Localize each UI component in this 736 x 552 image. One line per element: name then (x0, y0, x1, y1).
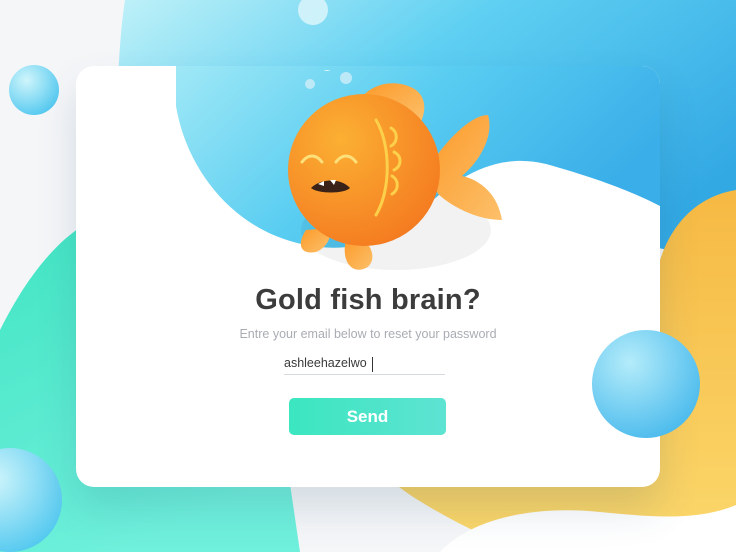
email-field[interactable] (284, 354, 445, 375)
bubble-decoration (592, 330, 700, 438)
send-button[interactable]: Send (289, 398, 446, 435)
page-subtitle: Entre your email below to reset your pas… (239, 327, 497, 341)
goldfish-icon (288, 70, 502, 270)
page-title: Gold fish brain? (255, 284, 481, 316)
reset-password-card: Gold fish brain? Entre your email below … (76, 66, 660, 487)
email-input[interactable] (284, 354, 445, 370)
text-caret (372, 357, 373, 372)
